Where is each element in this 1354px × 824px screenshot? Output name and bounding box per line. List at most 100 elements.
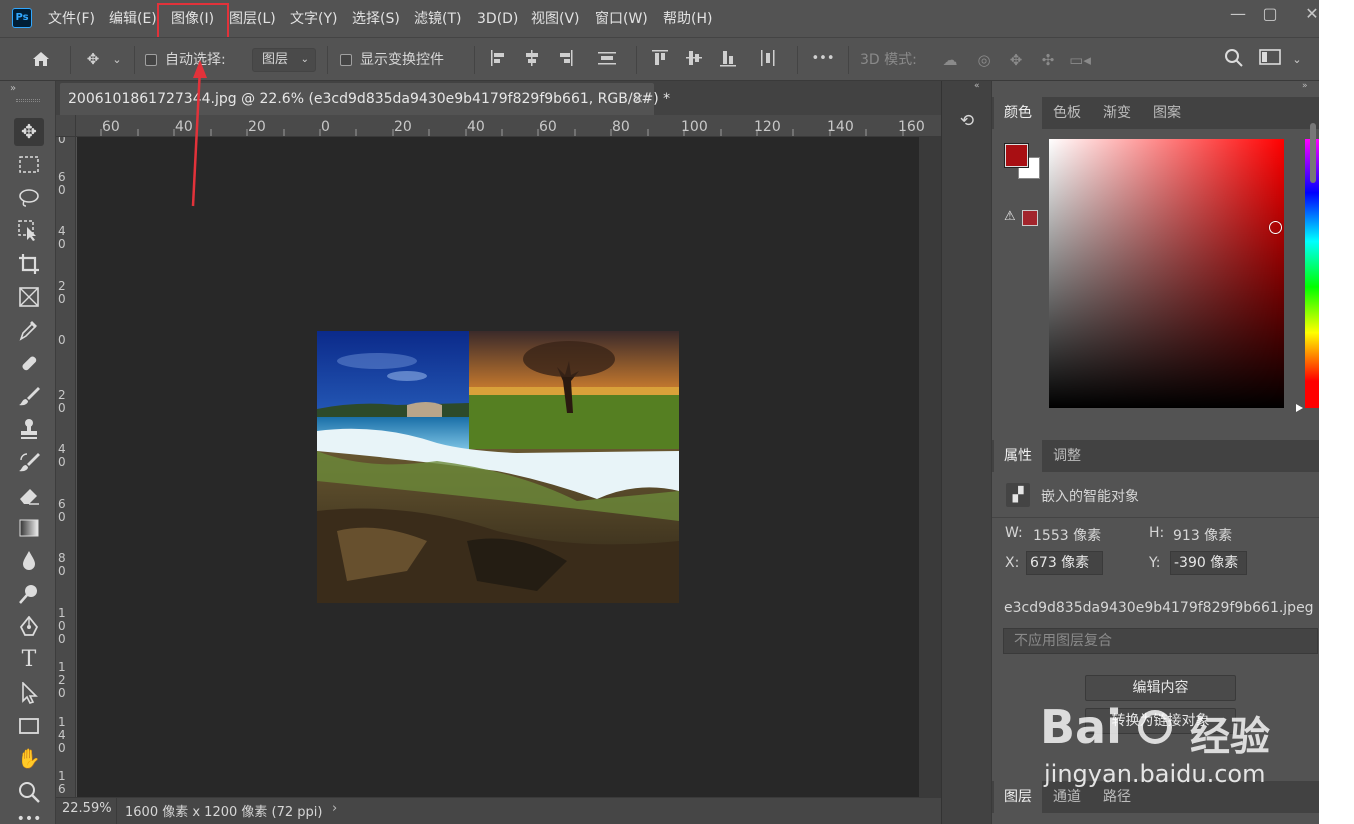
marquee-tool-icon[interactable] bbox=[14, 151, 44, 179]
more-tools-icon[interactable]: ••• bbox=[14, 805, 44, 824]
dodge-tool-icon[interactable] bbox=[14, 580, 44, 608]
menu-help[interactable]: 帮助(H) bbox=[663, 9, 712, 29]
align-bottom-icon[interactable] bbox=[718, 49, 738, 71]
toolbar-grip[interactable] bbox=[16, 99, 40, 102]
color-field[interactable] bbox=[1049, 139, 1284, 408]
search-icon[interactable] bbox=[1222, 48, 1246, 70]
pen-tool-icon[interactable] bbox=[14, 613, 44, 641]
tab-layers[interactable]: 图层 bbox=[994, 781, 1042, 813]
color-panel-tabs: 颜色 色板 渐变 图案 bbox=[992, 97, 1319, 129]
move-tool-icon[interactable]: ✥ bbox=[14, 118, 44, 146]
eraser-tool-icon[interactable] bbox=[14, 481, 44, 509]
color-picker-handle[interactable] bbox=[1269, 221, 1282, 234]
home-icon[interactable] bbox=[28, 48, 54, 70]
collapse-toolbar-icon[interactable]: » bbox=[10, 83, 16, 94]
layer-comp-select[interactable]: 不应用图层复合 bbox=[1003, 628, 1318, 654]
tab-color[interactable]: 颜色 bbox=[994, 97, 1042, 129]
document-tab[interactable]: 2006101861727344.jpg @ 22.6% (e3cd9d835d… bbox=[60, 83, 670, 115]
menu-filter[interactable]: 滤镜(T) bbox=[414, 9, 461, 29]
auto-select-dropdown[interactable]: 图层 ⌄ bbox=[252, 48, 316, 72]
watermark-url: jingyan.baidu.com bbox=[1044, 760, 1266, 788]
menu-3d[interactable]: 3D(D) bbox=[477, 9, 518, 29]
move-tool-preset-icon[interactable]: ✥ bbox=[80, 48, 106, 70]
eyedropper-tool-icon[interactable] bbox=[14, 316, 44, 344]
healing-brush-tool-icon[interactable] bbox=[14, 349, 44, 377]
show-transform-checkbox[interactable] bbox=[340, 54, 352, 66]
crop-tool-icon[interactable] bbox=[14, 250, 44, 278]
restore-button[interactable]: ▢ bbox=[1248, 0, 1292, 28]
chevron-down-icon[interactable]: ⌄ bbox=[110, 49, 124, 71]
menu-layer[interactable]: 图层(L) bbox=[229, 9, 276, 29]
gamut-swatch[interactable] bbox=[1022, 210, 1038, 226]
hand-tool-icon[interactable]: ✋ bbox=[14, 745, 44, 773]
zoom-level[interactable]: 22.59% bbox=[62, 801, 112, 816]
gamut-warning-icon: ⚠ bbox=[1004, 209, 1016, 224]
slide-3d-icon[interactable]: ✣ bbox=[1036, 49, 1060, 71]
align-left-icon[interactable] bbox=[488, 49, 508, 71]
orbit-3d-icon[interactable]: ☁ bbox=[938, 49, 962, 71]
auto-select-checkbox[interactable] bbox=[145, 54, 157, 66]
distribute-vertical-icon[interactable] bbox=[596, 49, 618, 71]
frame-tool-icon[interactable] bbox=[14, 283, 44, 311]
chevron-down-icon[interactable]: ⌄ bbox=[1290, 49, 1304, 71]
mode-3d-label: 3D 模式: bbox=[860, 52, 917, 68]
ruler-label: 4 0 bbox=[58, 442, 66, 469]
menu-type[interactable]: 文字(Y) bbox=[290, 9, 337, 29]
expand-panels-icon[interactable]: « bbox=[974, 81, 980, 91]
ruler-label: 60 bbox=[539, 119, 557, 135]
tab-adjustments[interactable]: 调整 bbox=[1043, 440, 1091, 472]
distribute-horizontal-icon[interactable] bbox=[758, 49, 778, 71]
hue-slider-handle[interactable] bbox=[1296, 404, 1303, 412]
history-brush-tool-icon[interactable] bbox=[14, 448, 44, 476]
menu-file[interactable]: 文件(F) bbox=[48, 9, 95, 29]
video-camera-icon[interactable]: ▭◂ bbox=[1068, 49, 1092, 71]
photoshop-logo: Ps bbox=[12, 8, 32, 28]
menu-edit[interactable]: 编辑(E) bbox=[109, 9, 157, 29]
vertical-scrollbar[interactable] bbox=[919, 137, 941, 797]
brush-tool-icon[interactable] bbox=[14, 382, 44, 410]
object-selection-tool-icon[interactable] bbox=[14, 217, 44, 245]
type-tool-icon[interactable]: T bbox=[14, 646, 44, 674]
tab-patterns[interactable]: 图案 bbox=[1143, 97, 1191, 129]
zoom-tool-icon[interactable] bbox=[14, 778, 44, 806]
ruler-label: 140 bbox=[827, 119, 854, 135]
annotation-arrow bbox=[191, 60, 207, 207]
align-middle-v-icon[interactable] bbox=[684, 49, 704, 71]
menu-window[interactable]: 窗口(W) bbox=[595, 9, 648, 29]
ruler-label: 160 bbox=[898, 119, 925, 135]
drag-3d-icon[interactable]: ✥ bbox=[1004, 49, 1028, 71]
align-center-h-icon[interactable] bbox=[522, 49, 542, 71]
ruler-corner[interactable] bbox=[56, 115, 76, 137]
smart-object-filename: e3cd9d835da9430e9b4179f829f9b661.jpeg bbox=[1004, 600, 1314, 616]
rectangle-tool-icon[interactable] bbox=[14, 712, 44, 740]
roll-3d-icon[interactable]: ◎ bbox=[972, 49, 996, 71]
close-window-button[interactable]: ✕ bbox=[1290, 0, 1319, 28]
close-tab-icon[interactable]: × bbox=[632, 83, 644, 115]
tab-swatches[interactable]: 色板 bbox=[1043, 97, 1091, 129]
tab-gradients[interactable]: 渐变 bbox=[1093, 97, 1141, 129]
tab-properties[interactable]: 属性 bbox=[994, 440, 1042, 472]
lasso-tool-icon[interactable] bbox=[14, 184, 44, 212]
workspace-icon[interactable] bbox=[1258, 48, 1282, 70]
menu-view[interactable]: 视图(V) bbox=[531, 9, 580, 29]
blur-tool-icon[interactable] bbox=[14, 547, 44, 575]
collapse-dock-icon[interactable]: » bbox=[1302, 81, 1308, 91]
history-panel-icon[interactable]: ⟲ bbox=[954, 111, 980, 139]
ruler-label: 0 bbox=[58, 137, 66, 146]
foreground-color-swatch[interactable] bbox=[1004, 143, 1029, 168]
y-input[interactable]: -390 像素 bbox=[1170, 551, 1247, 575]
clone-stamp-tool-icon[interactable] bbox=[14, 415, 44, 443]
document-image[interactable] bbox=[317, 331, 679, 603]
ruler-label: 20 bbox=[394, 119, 412, 135]
x-input[interactable]: 673 像素 bbox=[1026, 551, 1103, 575]
gradient-tool-icon[interactable] bbox=[14, 514, 44, 542]
panel-scrollbar[interactable] bbox=[1310, 123, 1316, 183]
tools-panel: » ✥ T ✋ ••• bbox=[0, 81, 56, 824]
status-menu-arrow[interactable]: › bbox=[332, 801, 337, 816]
align-top-icon[interactable] bbox=[650, 49, 670, 71]
menu-select[interactable]: 选择(S) bbox=[352, 9, 400, 29]
edit-contents-button[interactable]: 编辑内容 bbox=[1085, 675, 1236, 701]
path-selection-tool-icon[interactable] bbox=[14, 679, 44, 707]
align-right-icon[interactable] bbox=[556, 49, 576, 71]
more-options-button[interactable]: ••• bbox=[810, 48, 836, 70]
